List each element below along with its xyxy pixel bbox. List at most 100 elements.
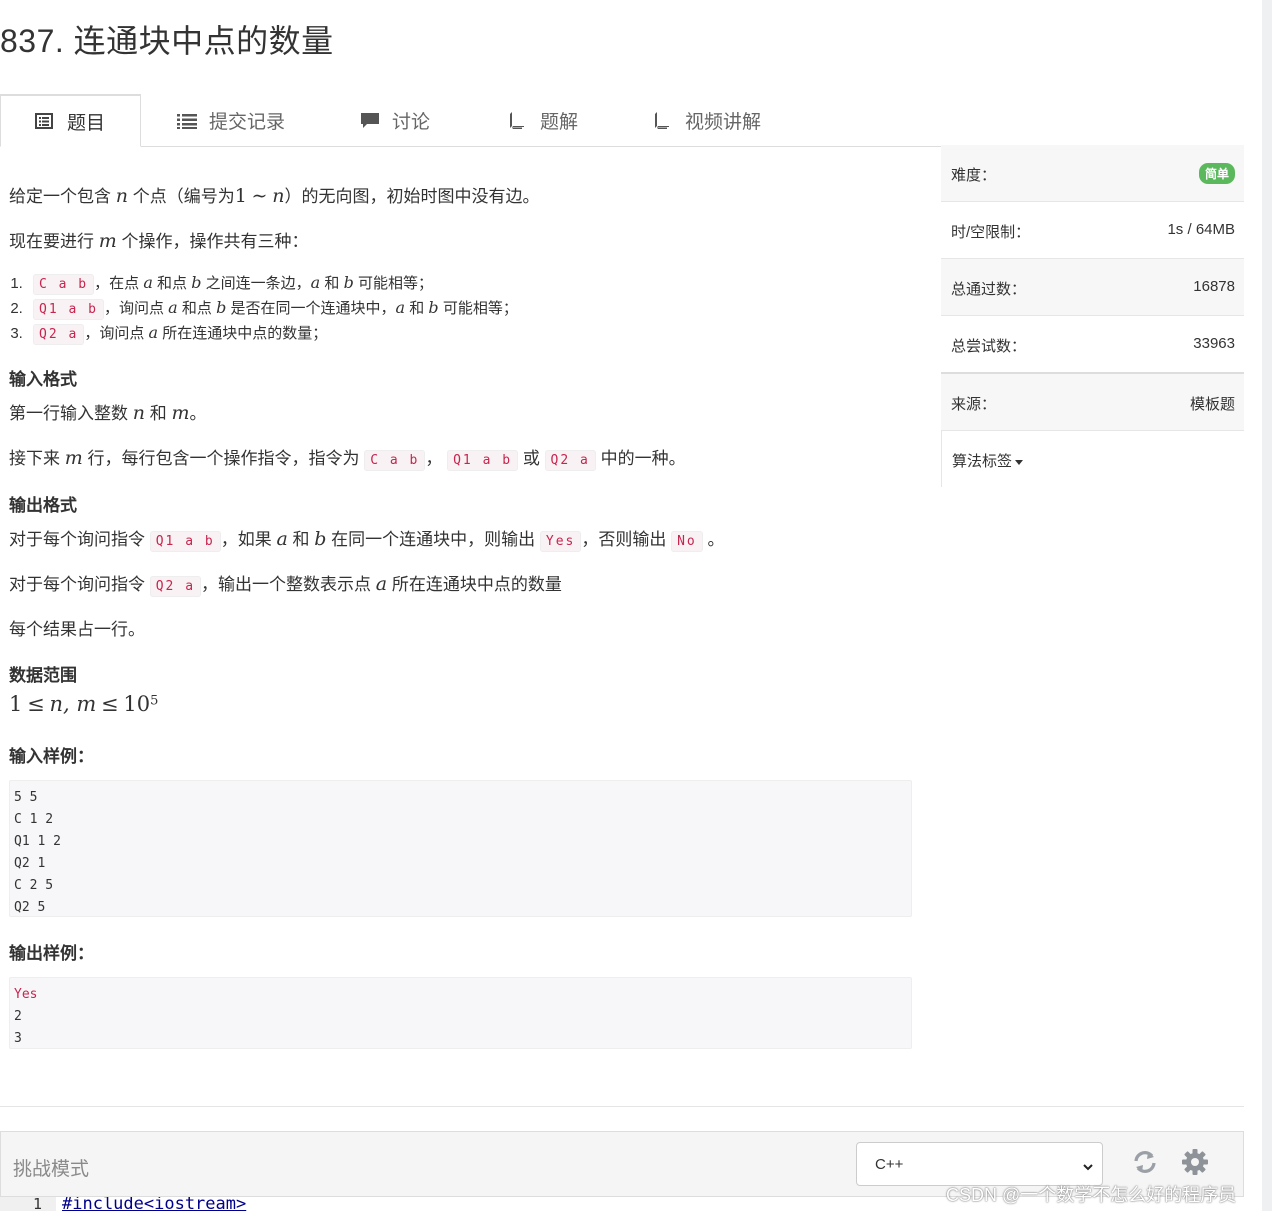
text: ， [425,449,443,468]
math-var: a [310,273,321,292]
source-value: 模板题 [1189,396,1235,413]
tab-label: 题解 [540,111,579,133]
operations-list: C a b，在点 a 和点 b 之间连一条边，a 和 b 可能相等； Q1 a … [9,270,518,345]
math-var: b [428,298,439,317]
math-var: n [132,402,145,424]
math-num: 1 [234,185,247,207]
gear-icon[interactable] [1181,1148,1209,1181]
limit-value: 1s / 64MB [1167,221,1235,238]
language-selected-value: C++ [875,1156,904,1173]
inline-code: Q2 a [544,450,596,471]
tags-label: 算法标签 [952,453,1013,470]
passed-value: 16878 [1193,278,1235,295]
sample-output-block[interactable]: Yes 2 3 [9,977,912,1049]
math-var: n, m [49,692,97,716]
math-var: a [276,528,288,550]
sample-input-heading: 输入样例： [9,747,94,766]
problem-info-sidebar: 难度： 简单 时/空限制： 1s / 64MB 总通过数： 16878 总尝试数… [941,145,1244,487]
inline-code: Q2 a [33,324,85,345]
limit-label: 时/空限制： [951,224,1031,241]
inline-code: Q2 a [149,576,202,597]
math-exponent: 5 [150,693,159,709]
sample-input-block[interactable]: 5 5 C 1 2 Q1 1 2 Q2 1 C 2 5 Q2 5 [9,780,912,917]
math-var: a [395,298,406,317]
paragraph-input-2: 接下来 m 行，每行包含一个操作指令，指令为 C a b， Q1 a b 或 Q… [9,444,686,471]
tab-submissions[interactable]: 提交记录 [177,94,285,146]
section-divider [0,1106,1244,1107]
text: ，否则输出 [581,530,667,549]
text: 之间连一条边， [205,275,311,292]
page-scrollbar[interactable] [1262,0,1272,1211]
book-icon [653,111,671,129]
paragraph-graph: 给定一个包含 n 个点（编号为1 ∼ n）的无向图，初始时图中没有边。 [9,182,539,207]
text: 和 [324,275,340,292]
inline-code: Q1 a b [149,531,221,552]
limit-row: 时/空限制： 1s / 64MB [941,202,1244,259]
paragraph-output-1: 对于每个询问指令 Q1 a b ，如果 a 和 b 在同一个连通块中，则输出 Ye… [9,525,725,552]
text: 对于每个询问指令 [9,530,145,549]
inline-code: Yes [539,531,582,552]
tab-label: 视频讲解 [685,111,762,133]
input-format-heading: 输入格式 [9,370,77,389]
list-item: Q2 a，询问点 a 所在连通块中点的数量； [27,320,518,345]
text: 和点 [181,300,212,317]
tab-label: 讨论 [392,111,431,133]
text: ，如果 [220,530,272,549]
text: 可能相等； [442,300,518,317]
text: 。 [189,404,207,423]
passed-label: 总通过数： [951,281,1027,298]
list-item: C a b，在点 a 和点 b 之间连一条边，a 和 b 可能相等； [27,270,518,295]
math-var: a [168,298,178,317]
math-var: b [191,273,202,292]
tried-row: 总尝试数： 33963 [941,316,1244,374]
math-var: a [375,573,388,595]
text: 中的一种。 [600,449,686,468]
text: ，询问点 [103,300,164,317]
refresh-icon[interactable] [1131,1148,1159,1181]
tab-problem[interactable]: 题目 [0,94,141,147]
math-op: ≤ [27,692,45,716]
tags-row[interactable]: 算法标签 [941,431,1244,487]
comment-icon [360,111,379,129]
inline-code: C a b [33,274,95,295]
language-select[interactable]: C++ [856,1142,1103,1186]
math-var: m [171,402,190,424]
text: 个操作，操作共有三种： [121,232,309,251]
tab-solutions[interactable]: 题解 [508,94,578,146]
code-line-text[interactable]: #include<iostream> [62,1197,246,1211]
chevron-down-icon [1082,1159,1094,1176]
math-var: a [143,273,153,292]
tab-discussion[interactable]: 讨论 [360,94,430,146]
math-op: ≤ [100,692,119,716]
text: ，询问点 [84,325,145,342]
inline-code: C a b [364,450,426,471]
difficulty-badge: 简单 [1198,163,1235,184]
data-range-heading: 数据范围 [9,666,77,685]
math-var: a [148,323,159,342]
tags-dropdown[interactable]: 算法标签 [952,450,1024,471]
text: 或 [522,449,540,468]
passed-row: 总通过数： 16878 [941,259,1244,316]
watermark: CSDN @一个数学不怎么好的程序员 [946,1185,1237,1205]
text: 所在连通块中点的数量 [391,575,562,594]
text: 。 [707,530,725,549]
text: ，输出一个整数表示点 [201,575,372,594]
tab-video[interactable]: 视频讲解 [653,94,761,146]
source-row: 来源： 模板题 [941,374,1244,431]
inline-code: Q1 a b [447,450,519,471]
math-var: b [343,273,354,292]
text: 给定一个包含 [9,187,111,206]
text: 和 [149,404,167,423]
text: 可能相等； [358,275,434,292]
challenge-mode-label[interactable]: 挑战模式 [13,1154,89,1181]
text: 在同一个连通块中，则输出 [331,530,536,549]
text: 接下来 [9,449,60,468]
math-op: ∼ [251,185,268,207]
inline-code: No [671,531,703,552]
tab-label: 题目 [67,112,106,134]
tab-label: 提交记录 [209,111,286,133]
list-item: Q1 a b，询问点 a 和点 b 是否在同一个连通块中，a 和 b 可能相等； [27,295,518,320]
text: 和 [409,300,425,317]
math-var: b [314,528,327,550]
data-range-formula: 1 ≤ n, m ≤ 105 [9,692,158,716]
